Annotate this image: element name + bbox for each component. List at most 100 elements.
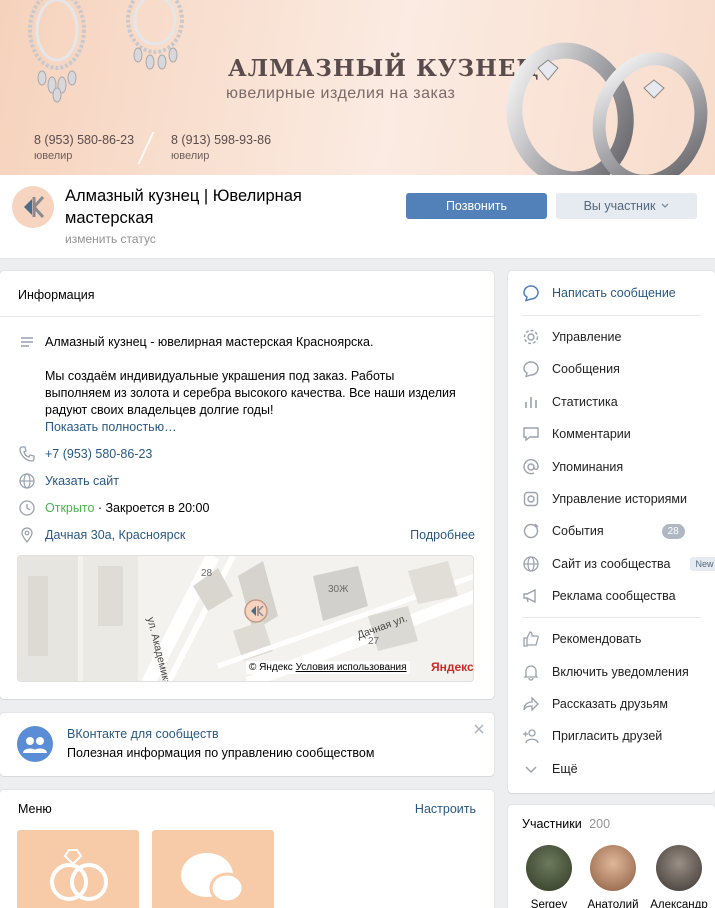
map-widget[interactable]: 28 30Ж 27 ул. Академика Кир... Дачная ул… [17,555,474,682]
member-name: Александр [650,899,708,908]
side-item-label: Упоминания [552,460,624,474]
description-line-2: Мы создаём индивидуальные украшения под … [45,369,395,383]
members-header[interactable]: Участники 200 [522,817,610,831]
side-item-label: Рекомендовать [552,632,642,646]
side-item-label: Управление историями [552,492,688,506]
member-name: Sergey [530,899,568,908]
message-icon [523,285,539,302]
avatar [526,845,572,891]
chat-bubbles-icon [181,853,245,904]
close-icon[interactable] [474,724,484,734]
side-item-messages[interactable]: Сообщения [522,360,620,378]
earring-right-image [126,0,184,70]
map-terms-link[interactable]: Условия использования [296,662,407,673]
globe-icon [523,556,539,572]
vk-promo-card[interactable]: ВКонтакте для сообществ Полезная информа… [0,713,494,776]
side-item-events[interactable]: События 28 [522,522,685,540]
members-card: Участники 200 Sergey Анатолий Александр [508,805,715,908]
write-message-button[interactable]: Написать сообщение [522,284,676,302]
info-divider [0,316,494,317]
member-button[interactable]: Вы участник [556,193,697,219]
member-item[interactable]: Александр [646,845,712,908]
side-item-manage[interactable]: Управление [522,328,622,346]
open-status: Открыто [45,501,95,515]
chevron-down-icon [525,766,537,774]
chevron-down-icon [661,203,669,208]
side-item-label: Управление [552,330,622,344]
at-icon [523,459,539,475]
side-item-label: Сообщения [552,362,620,376]
address-link[interactable]: Дачная 30а, Красноярск [45,527,185,544]
avatar[interactable] [12,186,54,228]
vk-promo-text: Полезная информация по управлению сообще… [67,746,375,760]
side-item-notifications[interactable]: Включить уведомления [522,663,689,681]
call-button[interactable]: Позвонить [406,193,547,219]
more-details-link[interactable]: Подробнее [410,527,475,544]
events-count-badge: 28 [661,523,685,539]
side-item-label: Включить уведомления [552,665,689,679]
side-item-label: Ещё [552,762,578,776]
change-status-link[interactable]: изменить статус [65,232,156,246]
thumbs-up-icon [523,631,539,647]
side-item-stats[interactable]: Статистика [522,393,618,411]
clock-icon [19,500,35,516]
info-title: Информация [18,288,95,302]
side-item-stories[interactable]: Управление историями [522,490,687,508]
side-item-label: Статистика [552,395,618,409]
menu-title: Меню [18,802,52,816]
yandex-logo: Яндекс [431,660,474,674]
side-item-recommend[interactable]: Рекомендовать [522,630,641,648]
location-pin-icon [21,527,33,544]
members-title: Участники [522,817,582,831]
side-item-label: Комментарии [552,427,631,441]
members-count: 200 [589,817,611,831]
vk-promo-title[interactable]: ВКонтакте для сообществ [67,727,219,741]
show-more-link[interactable]: Показать полностью… [45,419,177,436]
info-card: Информация Алмазный кузнец - ювелирная м… [0,271,494,699]
description-line-4: радуют своих владельцев долгие годы! [45,403,274,417]
avatar [656,845,702,891]
description-icon [21,337,33,347]
chat-icon [523,361,539,378]
side-item-invite[interactable]: Пригласить друзей [522,727,662,745]
map-copyright: © Яндекс Условия использования [246,661,410,674]
configure-menu-link[interactable]: Настроить [415,802,476,816]
cover-role-2: ювелир [171,150,210,162]
write-message-label: Написать сообщение [552,286,676,300]
side-item-label: Рассказать друзьям [552,697,669,711]
side-item-ads[interactable]: Реклама сообщества [522,587,676,605]
side-item-mentions[interactable]: Упоминания [522,458,623,476]
side-item-site[interactable]: Сайт из сообщества New [522,555,715,573]
logo-icon [24,195,45,219]
globe-icon [19,473,35,489]
stats-icon [525,397,537,408]
member-item[interactable]: Sergey [524,845,574,908]
member-name: Анатолий [587,899,639,908]
closing-time: · Закроется в 20:00 [97,501,210,515]
menu-tile-rings[interactable] [17,830,139,908]
phone-icon [19,446,35,462]
events-icon [523,523,539,539]
hours-row[interactable]: Открыто · Закроется в 20:00 [45,500,209,517]
share-icon [523,696,539,712]
phone-link[interactable]: +7 (953) 580-86-23 [45,446,152,463]
side-item-more[interactable]: Ещё [522,760,578,778]
map-copyright-text: © Яндекс [249,662,293,673]
map-house-28: 28 [201,568,213,579]
member-button-label: Вы участник [583,199,656,213]
side-item-label: Реклама сообщества [552,589,676,603]
side-divider-1 [522,315,701,316]
megaphone-icon [523,588,536,604]
rings-icon [50,849,108,901]
side-item-label: Пригласить друзей [552,729,663,743]
earring-left-image [28,0,86,103]
rings-image [506,42,708,175]
side-divider-2 [522,617,701,618]
cover-divider [137,132,155,164]
side-item-share[interactable]: Рассказать друзьям [522,695,668,713]
website-link[interactable]: Указать сайт [45,473,119,490]
cover-phone-1: 8 (953) 580-86-23 [34,133,135,147]
side-item-comments[interactable]: Комментарии [522,425,631,443]
menu-tile-chat[interactable] [152,830,274,908]
member-item[interactable]: Анатолий [584,845,642,908]
